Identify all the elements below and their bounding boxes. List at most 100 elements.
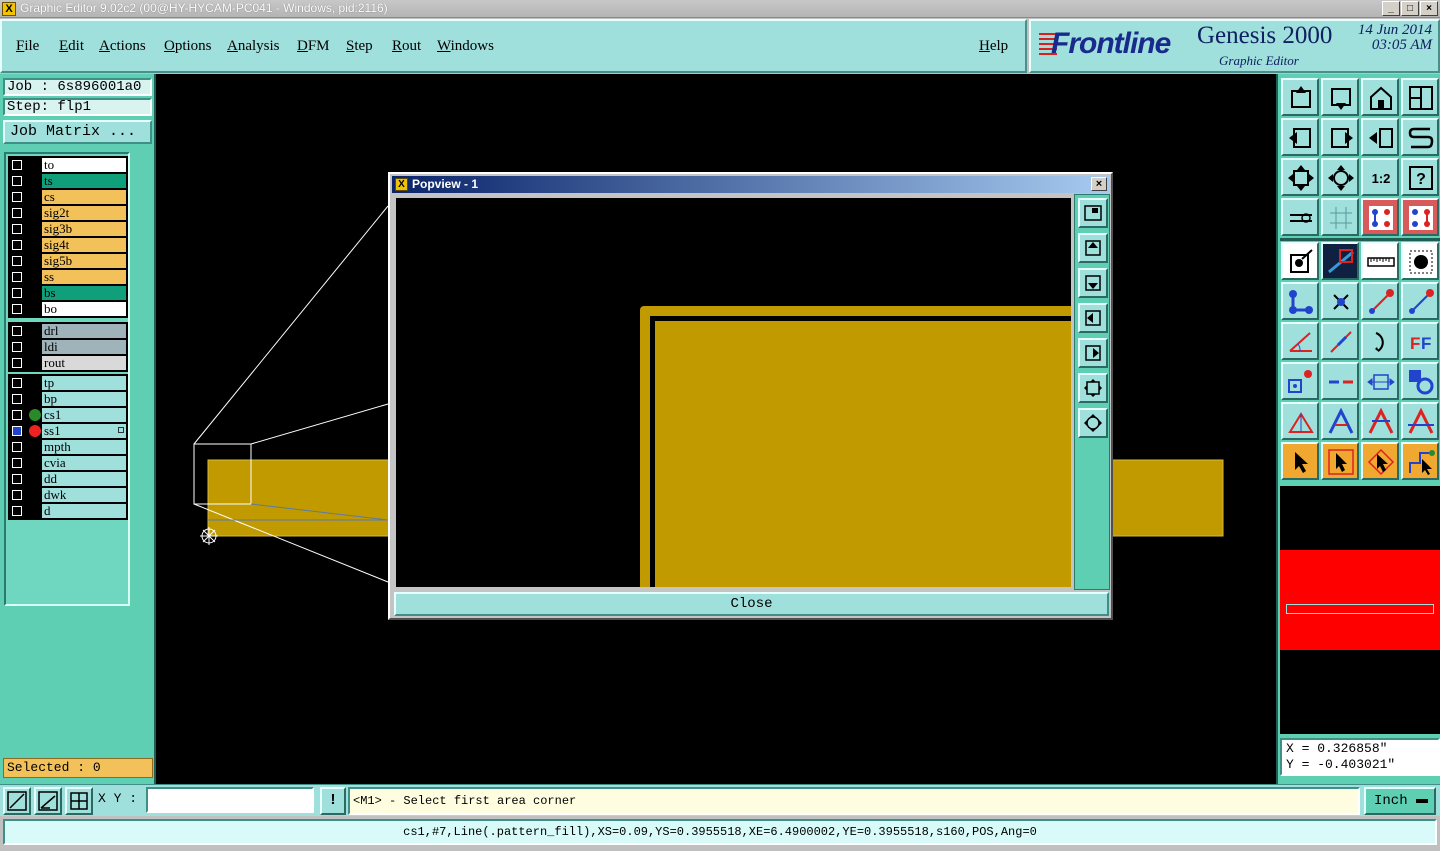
layer-name[interactable]: dd bbox=[42, 472, 126, 486]
layer-checkbox[interactable] bbox=[12, 506, 22, 516]
select-feature-button[interactable] bbox=[1281, 242, 1319, 280]
resize-button[interactable] bbox=[1361, 362, 1399, 400]
layer-name[interactable]: ts bbox=[42, 174, 126, 188]
layer-name[interactable]: sig2t bbox=[42, 206, 126, 220]
text-a-button[interactable] bbox=[1321, 402, 1359, 440]
layer-name[interactable]: sig5b bbox=[42, 254, 126, 268]
flip-text-button[interactable]: FF bbox=[1401, 322, 1439, 360]
layer-name[interactable]: tp bbox=[42, 376, 126, 390]
zoom-up-button[interactable] bbox=[1281, 78, 1319, 116]
layer-row-cs1[interactable]: cs1 bbox=[8, 407, 128, 423]
pad-tool-button[interactable] bbox=[1401, 242, 1439, 280]
close-window-button[interactable]: × bbox=[1420, 1, 1438, 16]
layer-row-dwk[interactable]: dwk bbox=[8, 487, 128, 503]
text-align-button[interactable] bbox=[1401, 402, 1439, 440]
layer-row-drl[interactable]: drl bbox=[8, 323, 128, 339]
pv-zoom-out-button[interactable] bbox=[1078, 408, 1108, 438]
layer-name[interactable]: to bbox=[42, 158, 126, 172]
menu-actions[interactable]: Actions bbox=[99, 38, 146, 55]
pv-zoom-window-button[interactable] bbox=[1078, 198, 1108, 228]
layer-name[interactable]: bs bbox=[42, 286, 126, 300]
pv-pan-up-button[interactable] bbox=[1078, 233, 1108, 263]
layer-row-cvia[interactable]: cvia bbox=[8, 455, 128, 471]
layer-name[interactable]: sig4t bbox=[42, 238, 126, 252]
draw-line-button[interactable] bbox=[1321, 242, 1359, 280]
layer-checkbox[interactable] bbox=[12, 410, 22, 420]
snap-center-button[interactable] bbox=[65, 787, 93, 815]
text-edit-button[interactable] bbox=[1361, 402, 1399, 440]
overview-viewport[interactable] bbox=[1286, 604, 1434, 614]
menu-windows[interactable]: Windows bbox=[437, 38, 494, 55]
layer-name[interactable]: drl bbox=[42, 324, 126, 338]
delete-feature-button[interactable] bbox=[1321, 282, 1359, 320]
mirror-button[interactable] bbox=[1361, 118, 1399, 156]
layer-row-ldi[interactable]: ldi bbox=[8, 339, 128, 355]
layer-checkbox[interactable] bbox=[12, 474, 22, 484]
xy-input[interactable] bbox=[146, 787, 314, 813]
layer-checkbox[interactable] bbox=[12, 240, 22, 250]
zoom-center-button[interactable] bbox=[1321, 158, 1359, 196]
layer-row-ts[interactable]: ts bbox=[8, 173, 128, 189]
pv-pan-right-button[interactable] bbox=[1078, 338, 1108, 368]
layer-name[interactable]: cvia bbox=[42, 456, 126, 470]
layer-checkbox[interactable] bbox=[12, 458, 22, 468]
scale-one-to-two-button[interactable]: 1:2 bbox=[1361, 158, 1399, 196]
layer-name[interactable]: ldi bbox=[42, 340, 126, 354]
layer-row-sig3b[interactable]: sig3b bbox=[8, 221, 128, 237]
ruler-button[interactable] bbox=[1361, 242, 1399, 280]
menu-dfm[interactable]: DFM bbox=[297, 38, 330, 55]
layer-row-ss1[interactable]: ss1 bbox=[8, 423, 128, 439]
query-button[interactable]: ? bbox=[1401, 158, 1439, 196]
split-line-button[interactable] bbox=[1321, 362, 1359, 400]
overview-map[interactable] bbox=[1280, 486, 1440, 734]
home-button[interactable] bbox=[1361, 78, 1399, 116]
pan-left-button[interactable] bbox=[1281, 118, 1319, 156]
menu-options[interactable]: Options bbox=[164, 38, 212, 55]
layer-checkbox[interactable] bbox=[12, 176, 22, 186]
layer-row-d[interactable]: d bbox=[8, 503, 128, 519]
popview-close-button[interactable]: Close bbox=[394, 592, 1109, 616]
layer-row-dd[interactable]: dd bbox=[8, 471, 128, 487]
line-edit-button[interactable] bbox=[1321, 322, 1359, 360]
triangle-tool-button[interactable] bbox=[1281, 402, 1319, 440]
zoom-fit-button[interactable] bbox=[1281, 158, 1319, 196]
layer-row-ss[interactable]: ss bbox=[8, 269, 128, 285]
menu-rout[interactable]: Rout bbox=[392, 38, 421, 55]
exclamation-button[interactable]: ! bbox=[320, 787, 346, 815]
angle-button[interactable] bbox=[1281, 322, 1319, 360]
pv-pan-left-button[interactable] bbox=[1078, 303, 1108, 333]
popview-close-icon[interactable]: × bbox=[1091, 177, 1107, 191]
connect-nodes-button[interactable] bbox=[1281, 282, 1319, 320]
layer-name[interactable]: dwk bbox=[42, 488, 126, 502]
arc-button[interactable] bbox=[1361, 322, 1399, 360]
layer-checkbox[interactable] bbox=[12, 326, 22, 336]
menu-help[interactable]: Help bbox=[979, 38, 1008, 55]
move-point-button[interactable] bbox=[1361, 282, 1399, 320]
menu-analysis[interactable]: Analysis bbox=[227, 38, 280, 55]
layer-name[interactable]: sig3b bbox=[42, 222, 126, 236]
layer-checkbox[interactable] bbox=[12, 192, 22, 202]
layer-checkbox[interactable] bbox=[12, 288, 22, 298]
maximize-button[interactable]: □ bbox=[1401, 1, 1419, 16]
grid-button[interactable] bbox=[1321, 198, 1359, 236]
layer-row-cs[interactable]: cs bbox=[8, 189, 128, 205]
layer-name[interactable]: mpth bbox=[42, 440, 126, 454]
layer-row-bs[interactable]: bs bbox=[8, 285, 128, 301]
net-highlight-button[interactable] bbox=[1361, 198, 1399, 236]
snap-grid-button[interactable] bbox=[3, 787, 31, 815]
layer-name[interactable]: bo bbox=[42, 302, 126, 316]
layer-name[interactable]: bp bbox=[42, 392, 126, 406]
layer-checkbox[interactable] bbox=[12, 342, 22, 352]
pointer-select-button[interactable] bbox=[1321, 442, 1359, 480]
layer-checkbox[interactable] bbox=[12, 160, 22, 170]
layer-checkbox[interactable] bbox=[12, 358, 22, 368]
layer-row-sig2t[interactable]: sig2t bbox=[8, 205, 128, 221]
units-select[interactable]: Inch bbox=[1364, 787, 1436, 815]
menu-file[interactable]: File bbox=[16, 38, 39, 55]
layer-checkbox[interactable] bbox=[12, 442, 22, 452]
layer-row-sig4t[interactable]: sig4t bbox=[8, 237, 128, 253]
layer-checkbox[interactable] bbox=[12, 304, 22, 314]
layer-row-mpth[interactable]: mpth bbox=[8, 439, 128, 455]
measure-tool-button[interactable] bbox=[1281, 198, 1319, 236]
layer-row-bp[interactable]: bp bbox=[8, 391, 128, 407]
